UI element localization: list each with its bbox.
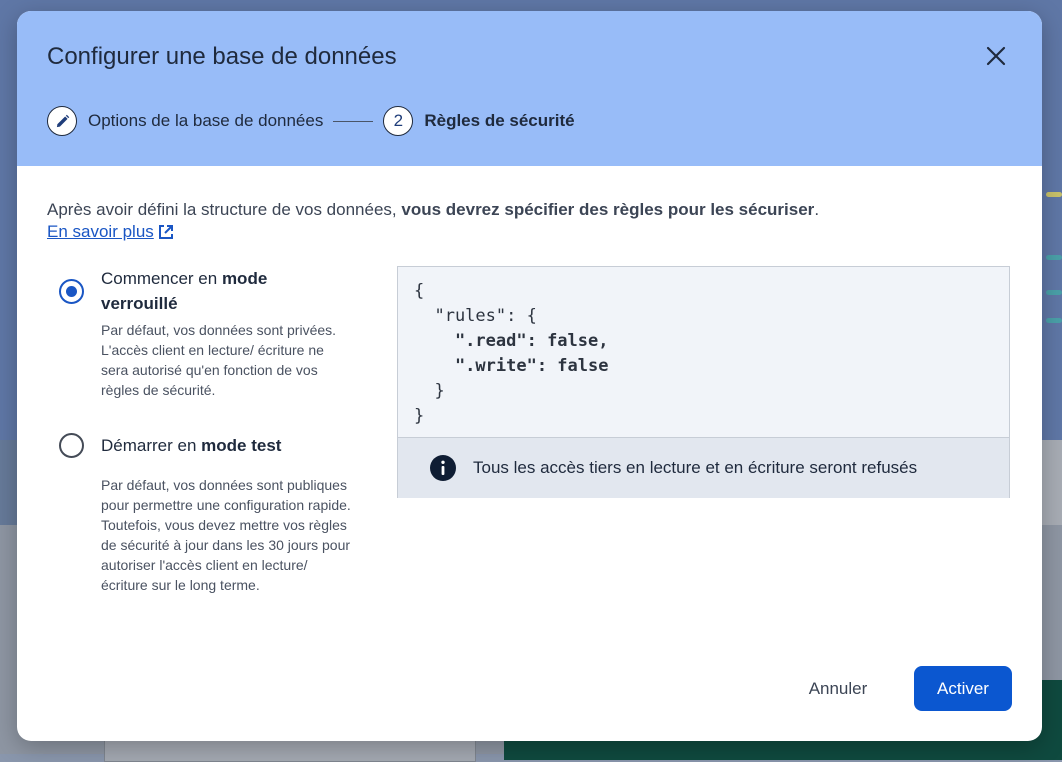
intro-plain: Après avoir défini la structure de vos d… [47, 200, 402, 219]
test-mode-radio[interactable] [59, 433, 84, 458]
dialog-header: Configurer une base de données Options d… [17, 11, 1042, 166]
dialog-title: Configurer une base de données [47, 43, 397, 70]
enable-button[interactable]: Activer [914, 666, 1012, 711]
locked-mode-title-plain: Commencer en [101, 269, 222, 288]
intro-end: . [814, 200, 820, 219]
access-notice-text: Tous les accès tiers en lecture et en éc… [473, 458, 918, 477]
step-2-indicator: 2 [383, 106, 414, 136]
close-icon [986, 46, 1006, 66]
code-line: "rules": { [414, 306, 537, 326]
security-rules-code: { "rules": { ".read": false, ".write": f… [414, 279, 608, 429]
code-line: { [414, 281, 425, 301]
access-notice: Tous les accès tiers en lecture et en éc… [398, 437, 1009, 498]
intro-text: Après avoir défini la structure de vos d… [47, 197, 1007, 222]
info-icon [430, 455, 456, 481]
locked-mode-title: Commencer en mode verrouillé [101, 266, 321, 316]
backdrop-card [1042, 440, 1062, 525]
cancel-button[interactable]: Annuler [793, 666, 883, 711]
learn-more-link[interactable]: En savoir plus [47, 222, 175, 242]
stepper: Options de la base de données 2 Règles d… [47, 105, 575, 137]
external-link-icon [158, 225, 173, 239]
intro-bold: vous devrez spécifier des règles pour le… [401, 200, 815, 219]
step-1-indicator [47, 106, 77, 136]
code-value-write: : false [536, 356, 609, 376]
backdrop-decoration [1046, 192, 1062, 197]
database-setup-dialog: Configurer une base de données Options d… [17, 11, 1042, 741]
code-key-read: ".read" [414, 331, 527, 351]
code-line: } [414, 406, 425, 426]
step-2-label: Règles de sécurité [424, 111, 575, 130]
test-mode-description: Par défaut, vos données sont publiques p… [101, 477, 351, 593]
backdrop-decoration [1046, 318, 1062, 323]
locked-mode-description: Par défaut, vos données sont privées. L'… [101, 322, 337, 398]
test-mode-title: Démarrer en mode test [101, 433, 321, 458]
security-rules-panel: { "rules": { ".read": false, ".write": f… [397, 266, 1010, 498]
code-line: } [414, 381, 445, 401]
test-mode-title-bold: mode test [201, 436, 282, 455]
close-button[interactable] [978, 41, 1014, 71]
step-1-label: Options de la base de données [88, 111, 324, 130]
backdrop-decoration [1046, 290, 1062, 295]
edit-pencil-icon [56, 114, 69, 127]
backdrop-decoration [1046, 255, 1062, 260]
test-mode-title-plain: Démarrer en [101, 436, 202, 455]
locked-mode-radio[interactable] [59, 279, 84, 304]
code-value-read: : false, [526, 331, 609, 351]
step-connector [333, 120, 374, 122]
code-key-write: ".write" [414, 356, 537, 376]
learn-more-label: En savoir plus [47, 222, 154, 241]
